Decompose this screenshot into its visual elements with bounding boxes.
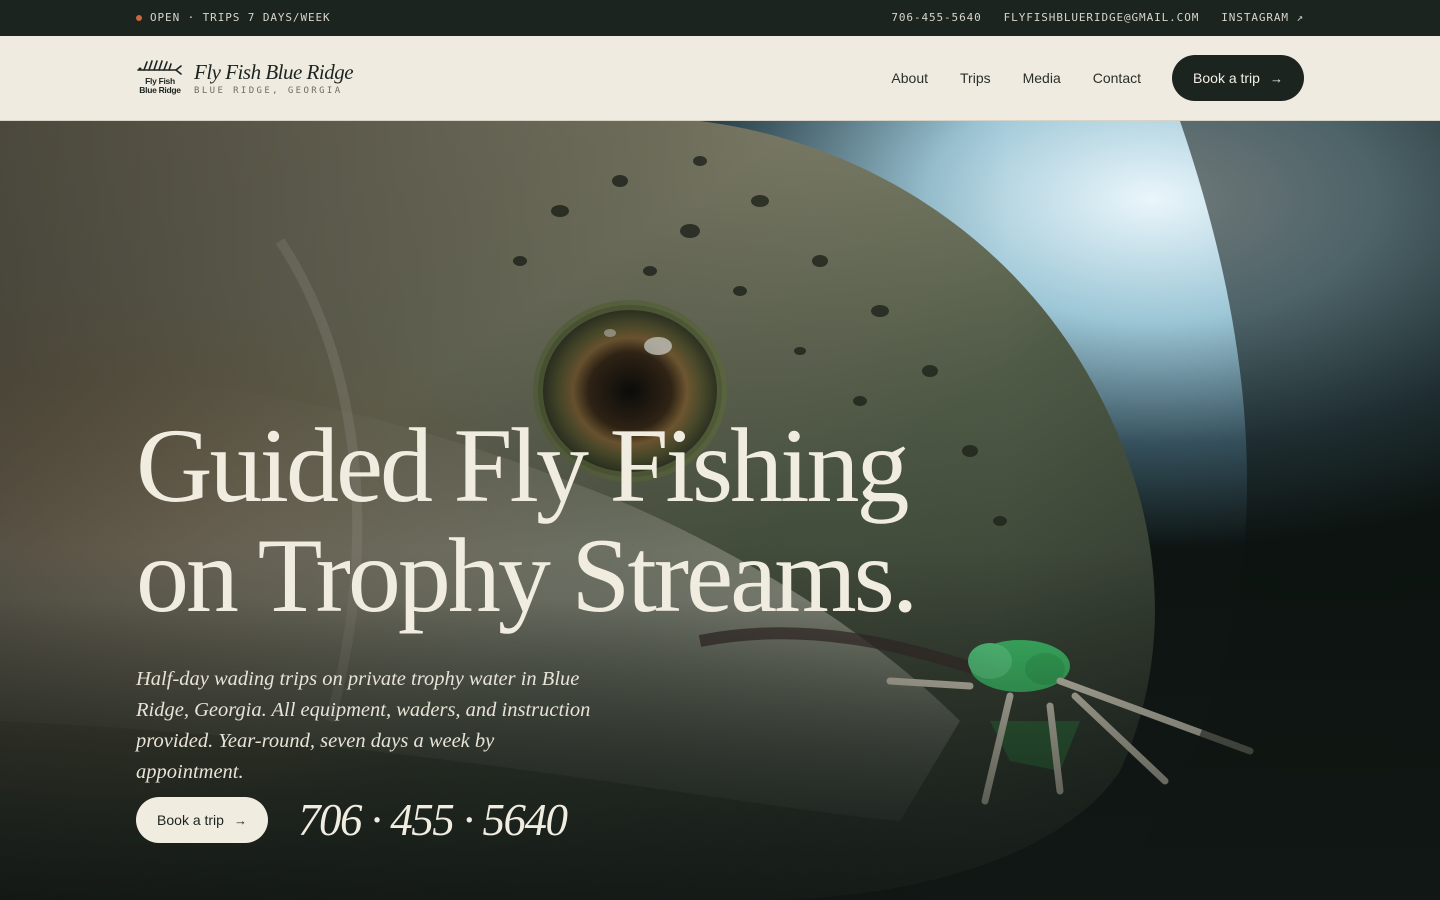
nav-about[interactable]: About <box>891 70 928 86</box>
status-text: OPEN · TRIPS 7 DAYS/WEEK <box>150 11 331 24</box>
open-status: OPEN · TRIPS 7 DAYS/WEEK <box>136 11 331 24</box>
arrow-right-icon: → <box>1269 70 1283 86</box>
hero-cta-row: Book a trip → 706 · 455 · 5640 <box>136 794 568 846</box>
topbar-instagram-link[interactable]: INSTAGRAM ↗ <box>1221 11 1304 24</box>
nav-contact[interactable]: Contact <box>1093 70 1141 86</box>
headline-line-1: Guided Fly Fishing <box>136 407 910 524</box>
brand-name: Fly Fish Blue Ridge <box>194 59 354 84</box>
fish-skeleton-logo-icon: Fly Fish Blue Ridge <box>136 58 182 98</box>
topbar-phone-link[interactable]: 706-455-5640 <box>891 11 981 24</box>
brand-text: Fly Fish Blue Ridge BLUE RIDGE, GEORGIA <box>194 59 354 96</box>
top-utility-bar: OPEN · TRIPS 7 DAYS/WEEK 706-455-5640 FL… <box>0 0 1440 36</box>
hero-book-trip-label: Book a trip <box>157 812 224 828</box>
hero-headline: Guided Fly Fishing on Trophy Streams. <box>136 407 918 634</box>
logo-line-2: Blue Ridge <box>139 84 181 95</box>
header-book-trip-label: Book a trip <box>1193 70 1260 86</box>
logo-wordmark: Fly Fish Blue Ridge <box>138 77 182 94</box>
nav-media[interactable]: Media <box>1023 70 1061 86</box>
headline-line-2: on Trophy Streams. <box>136 517 918 634</box>
topbar-email-link[interactable]: FLYFISHBLUERIDGE@GMAIL.COM <box>1004 11 1200 24</box>
status-dot-icon <box>136 14 142 21</box>
hero-book-trip-button[interactable]: Book a trip → <box>136 797 268 843</box>
arrow-right-icon: → <box>233 812 247 828</box>
site-header: Fly Fish Blue Ridge Fly Fish Blue Ridge … <box>0 36 1440 121</box>
header-book-trip-button[interactable]: Book a trip → <box>1172 55 1304 101</box>
hero-section: Guided Fly Fishing on Trophy Streams. Ha… <box>0 121 1440 900</box>
hero-subcopy: Half-day wading trips on private trophy … <box>136 668 591 783</box>
main-nav: About Trips Media Contact Book a trip → <box>891 55 1304 101</box>
hero-phone-link[interactable]: 706 · 455 · 5640 <box>298 794 568 846</box>
nav-trips[interactable]: Trips <box>960 70 991 86</box>
brand-home-link[interactable]: Fly Fish Blue Ridge Fly Fish Blue Ridge … <box>136 58 354 98</box>
topbar-contacts: 706-455-5640 FLYFISHBLUERIDGE@GMAIL.COM … <box>891 11 1304 24</box>
brand-location: BLUE RIDGE, GEORGIA <box>194 85 343 96</box>
